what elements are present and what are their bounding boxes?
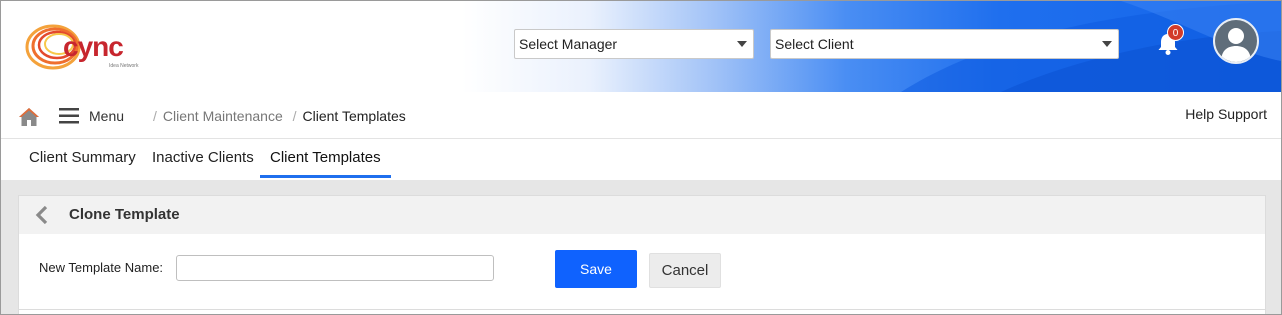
- new-template-name-label: New Template Name:: [39, 260, 164, 275]
- chevron-down-icon: [1102, 41, 1112, 47]
- home-icon[interactable]: [18, 107, 40, 127]
- user-silhouette-icon: [1221, 28, 1251, 62]
- select-manager-dropdown[interactable]: Select Manager: [514, 29, 754, 59]
- divider: [19, 309, 1265, 310]
- active-tab-indicator: [260, 175, 391, 178]
- save-button[interactable]: Save: [555, 250, 637, 288]
- select-client-value: Select Client: [775, 36, 854, 52]
- navigation-bar: Menu / Client Maintenance / Client Templat…: [1, 92, 1281, 139]
- notification-count-badge: 0: [1167, 24, 1184, 41]
- breadcrumb: / Client Maintenance / Client Templates: [153, 108, 406, 124]
- select-manager-value: Select Manager: [519, 36, 618, 52]
- breadcrumb-item-client-maintenance[interactable]: Client Maintenance: [163, 108, 283, 124]
- help-support-link[interactable]: Help Support: [1185, 106, 1267, 122]
- cync-logo[interactable]: cync Idea Network: [23, 21, 143, 73]
- chevron-left-icon[interactable]: [35, 206, 49, 224]
- top-header: cync Idea Network Select Manager Select …: [1, 1, 1281, 92]
- panel-header: Clone Template: [19, 196, 1265, 234]
- select-client-dropdown[interactable]: Select Client: [770, 29, 1119, 59]
- logo-text: cync: [63, 31, 124, 62]
- tab-inactive-clients[interactable]: Inactive Clients: [152, 149, 254, 166]
- hamburger-menu-icon[interactable]: [59, 108, 79, 124]
- chevron-down-icon: [737, 41, 747, 47]
- panel-title: Clone Template: [69, 206, 180, 223]
- app-window: cync Idea Network Select Manager Select …: [0, 0, 1282, 315]
- menu-label[interactable]: Menu: [89, 108, 124, 124]
- cancel-button[interactable]: Cancel: [649, 253, 721, 288]
- user-avatar[interactable]: [1213, 18, 1259, 64]
- clone-template-panel: Clone Template New Template Name: Save C…: [18, 195, 1266, 314]
- tab-client-templates[interactable]: Client Templates: [270, 149, 381, 166]
- logo-subtext: Idea Network: [109, 63, 139, 69]
- tab-client-summary[interactable]: Client Summary: [29, 149, 136, 166]
- tab-bar: Client Summary Inactive Clients Client T…: [1, 139, 1281, 180]
- breadcrumb-item-client-templates: Client Templates: [302, 108, 406, 124]
- new-template-name-input[interactable]: [176, 255, 494, 281]
